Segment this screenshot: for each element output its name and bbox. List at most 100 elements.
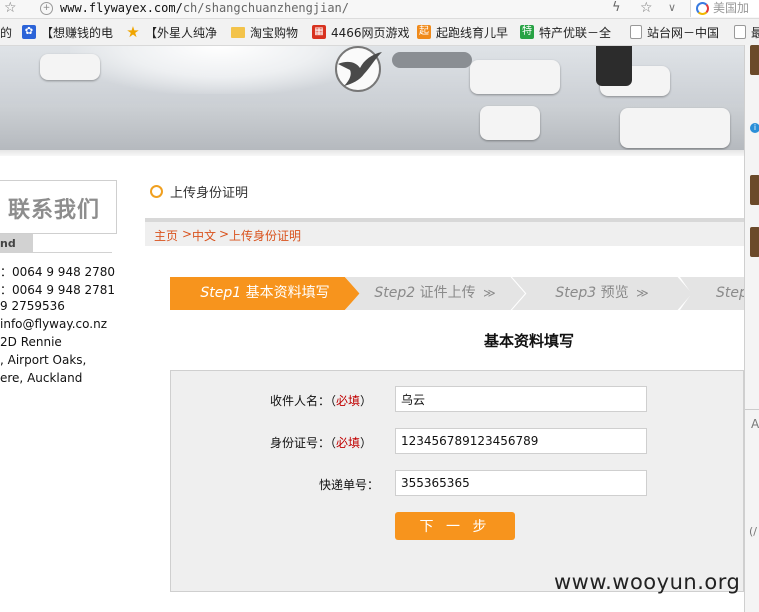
step-label: 证件上传 (419, 285, 476, 301)
url-domain: www.flyway (60, 1, 133, 15)
label-close: ） (360, 436, 373, 450)
folder-icon (231, 26, 245, 38)
puzzle-piece (480, 106, 540, 140)
breadcrumb-current[interactable]: 上传身份证明 (229, 227, 301, 244)
contact-phone: ：0064 9 948 2780 (0, 265, 116, 279)
bookmark-item[interactable]: 的 (0, 19, 12, 45)
wing-image (392, 52, 472, 68)
id-number-input[interactable] (395, 428, 647, 454)
bookmarks-bar: 的 ✿ 【想赚钱的电 ★ 【外星人纯净 淘宝购物 ▦ 4466网页游戏 起起跑线育儿早… (0, 19, 759, 46)
bookmark-label: 站台网－中国 (647, 25, 720, 40)
search-text: 美国加 (713, 1, 750, 15)
required-mark: 必填 (336, 436, 361, 450)
page-icon (734, 25, 746, 39)
breadcrumb-lang[interactable]: 中文 (192, 227, 216, 244)
form-heading: 基本资料填写 (484, 332, 575, 350)
bookmark-label: 4466网页游戏 (331, 25, 410, 40)
bookmark-star-icon[interactable]: ☆ (4, 0, 17, 16)
chevron-down-icon[interactable]: ∨ (668, 0, 676, 16)
bookmark-label: 最 (751, 25, 759, 40)
bookmark-item[interactable]: ✿ 【想赚钱的电 (22, 19, 113, 45)
thumbnail-icon[interactable] (750, 45, 759, 75)
double-chevron-icon: ≫ (483, 286, 496, 300)
puzzle-piece (40, 54, 100, 80)
game-icon: ▦ (312, 25, 326, 39)
breadcrumb-separator: > (219, 227, 230, 241)
tracking-number-input[interactable] (395, 470, 647, 496)
label-close: ） (360, 394, 373, 408)
bookmark-item[interactable]: ★ 【外星人纯净 (126, 19, 217, 45)
step-number: Step1 (200, 285, 242, 301)
url-field[interactable]: www.flywayex.com/ch/shangchuanzhengjian/ (60, 0, 349, 17)
thumbnail-icon[interactable] (750, 175, 759, 205)
step-number: Step3 (555, 285, 597, 301)
step-1: Step1 基本资料填写 (170, 277, 360, 310)
contact-mobile: 9 2759536 (0, 299, 65, 313)
bookmark-item[interactable]: 最 (734, 19, 759, 45)
puzzle-piece (620, 108, 730, 148)
qi-icon: 起 (417, 25, 431, 39)
step-3: Step3 预览 ≫ (512, 277, 692, 310)
bookmark-item[interactable]: 特特产优联－全 (520, 19, 611, 45)
bookmark-label: 【想赚钱的电 (41, 25, 114, 40)
contact-address: , Airport Oaks, (0, 353, 87, 367)
divider (33, 252, 112, 253)
section-title: 上传身份证明 (170, 186, 249, 201)
side-panel-bottom: (/ (749, 525, 757, 538)
breadcrumb-separator: > (182, 227, 193, 241)
airplane-image (70, 46, 370, 94)
bird-logo-icon (335, 46, 382, 92)
bookmark-item[interactable]: ▦ 4466网页游戏 (312, 19, 410, 45)
region-label: nd (0, 237, 16, 250)
browser-side-panel: i A (/ (744, 45, 759, 612)
double-chevron-icon: ≫ (636, 286, 649, 300)
favorite-star-icon[interactable]: ☆ (640, 0, 653, 16)
thumbnail-icon[interactable] (750, 227, 759, 257)
banner-shadow (0, 150, 744, 156)
step-number: Step (716, 285, 748, 301)
globe-icon: + (40, 2, 53, 15)
bookmark-label: 【外星人纯净 (145, 25, 218, 40)
address-bar: ☆ + www.flywayex.com/ch/shangchuanzhengj… (0, 0, 759, 19)
bookmark-label: 的 (0, 25, 13, 40)
bookmark-label: 淘宝购物 (250, 25, 299, 40)
tracking-label: 快递单号： (319, 478, 380, 492)
label-text: 收件人名：（ (270, 394, 337, 408)
step-label: 基本资料填写 (245, 285, 330, 301)
person-legs-image (596, 46, 632, 86)
recipient-label: 收件人名：（必填） (270, 392, 372, 409)
label-text: 身份证号：（ (270, 436, 337, 450)
circle-bullet-icon (150, 185, 163, 198)
next-step-button[interactable]: 下 一 步 (395, 512, 515, 540)
contact-address: ere, Auckland (0, 371, 83, 385)
page-icon (630, 25, 642, 39)
bookmark-label: 起跑线育儿早 (436, 25, 509, 40)
required-mark: 必填 (336, 394, 361, 408)
bookmark-label: 特产优联－全 (539, 25, 612, 40)
contact-title: 联系我们 (8, 198, 101, 223)
bookmark-item[interactable]: 淘宝购物 (231, 19, 298, 45)
contact-email[interactable]: info@flyway.co.nz (0, 317, 107, 331)
search-icon (696, 2, 709, 15)
divider (745, 409, 759, 410)
step-number: Step2 (374, 285, 416, 301)
url-tld: ex.com/ (132, 1, 183, 15)
contact-address: 2D Rennie (0, 335, 62, 349)
search-box[interactable]: 美国加 (690, 0, 759, 17)
breadcrumb-home[interactable]: 主页 (154, 227, 178, 244)
bookmark-item[interactable]: 站台网－中国 (630, 19, 719, 45)
bookmark-item[interactable]: 起起跑线育儿早 (417, 19, 508, 45)
watermark: www.wooyun.org (554, 570, 741, 594)
side-panel-letter: A (751, 417, 759, 431)
contact-fax: ：0064 9 948 2781 (0, 283, 116, 297)
star-icon: ★ (126, 23, 140, 41)
te-icon: 特 (520, 25, 534, 39)
step-2: Step2 证件上传 ≫ (345, 277, 525, 310)
id-number-label: 身份证号：（必填） (270, 434, 372, 451)
step-label: 预览 (600, 285, 629, 301)
url-path: ch/shangchuanzhengjian/ (182, 1, 349, 15)
recipient-name-input[interactable] (395, 386, 647, 412)
info-icon[interactable]: i (750, 123, 759, 133)
lightning-icon[interactable]: ϟ (612, 0, 621, 16)
puzzle-piece (470, 60, 560, 94)
